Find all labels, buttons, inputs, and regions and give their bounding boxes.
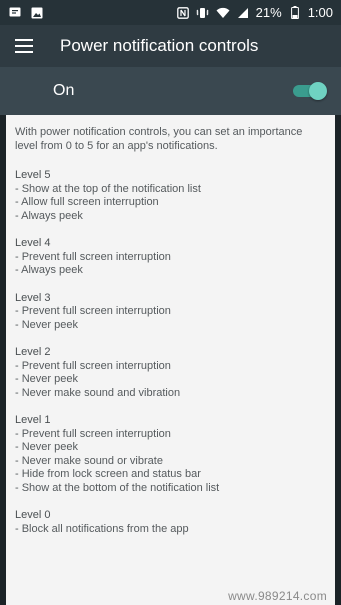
level-3-block: Level 3 - Prevent full screen interrupti… bbox=[15, 292, 326, 333]
level-item: - Never peek bbox=[15, 373, 78, 385]
level-item: - Always peek bbox=[15, 209, 83, 222]
level-item: - Never make sound or vibrate bbox=[15, 454, 163, 467]
image-icon bbox=[30, 6, 44, 20]
level-title: Level 2 bbox=[15, 346, 51, 358]
level-item: - Allow full screen interruption bbox=[15, 196, 159, 208]
watermark: www.989214.com bbox=[228, 588, 327, 603]
level-title: Level 1 bbox=[15, 414, 51, 426]
message-icon bbox=[8, 6, 22, 20]
level-title: Level 3 bbox=[15, 291, 51, 304]
vibrate-icon bbox=[196, 6, 210, 20]
level-item: - Hide from lock screen and status bar bbox=[15, 468, 201, 480]
level-item: - Prevent full screen interruption bbox=[15, 250, 171, 263]
description-panel: With power notification controls, you ca… bbox=[6, 115, 335, 605]
wifi-icon bbox=[216, 6, 230, 20]
master-switch-label: On bbox=[53, 82, 75, 99]
nfc-icon bbox=[176, 6, 190, 20]
level-item: - Prevent full screen interruption bbox=[15, 305, 171, 317]
clock: 1:00 bbox=[307, 5, 333, 20]
level-0-block: Level 0 - Block all notifications from t… bbox=[15, 509, 326, 536]
level-title: Level 5 bbox=[15, 169, 51, 181]
status-right-icons: 21% 1:00 bbox=[176, 5, 333, 20]
intro-text: With power notification controls, you ca… bbox=[15, 126, 303, 152]
battery-percent: 21% bbox=[255, 5, 282, 20]
toggle-thumb bbox=[309, 82, 327, 100]
signal-icon bbox=[236, 6, 250, 20]
screen: 21% 1:00 Power notification controls On … bbox=[0, 0, 341, 605]
level-item: - Never peek bbox=[15, 441, 78, 453]
level-item: - Always peek bbox=[15, 264, 83, 276]
level-item: - Show at the bottom of the notification… bbox=[15, 481, 220, 494]
status-left-icons bbox=[8, 6, 44, 20]
level-item: - Show at the top of the notification li… bbox=[15, 182, 201, 195]
level-item: - Block all notifications from the app bbox=[15, 522, 189, 535]
page-title: Power notification controls bbox=[60, 36, 259, 55]
level-item: - Never make sound and vibration bbox=[15, 386, 181, 399]
battery-icon bbox=[288, 6, 302, 20]
level-title: Level 4 bbox=[15, 237, 51, 249]
hamburger-menu-icon[interactable] bbox=[0, 25, 48, 67]
level-item: - Never peek bbox=[15, 318, 78, 331]
status-bar: 21% 1:00 bbox=[0, 0, 341, 25]
level-item: - Prevent full screen interruption bbox=[15, 427, 171, 440]
level-1-block: Level 1 - Prevent full screen interrupti… bbox=[15, 414, 326, 495]
level-item: - Prevent full screen interruption bbox=[15, 359, 171, 372]
master-toggle-switch[interactable] bbox=[291, 80, 327, 102]
app-bar: Power notification controls bbox=[0, 25, 341, 67]
level-2-block: Level 2 - Prevent full screen interrupti… bbox=[15, 346, 326, 400]
master-switch-bar[interactable]: On bbox=[0, 67, 341, 115]
level-title: Level 0 bbox=[15, 509, 51, 521]
level-5-block: Level 5 - Show at the top of the notific… bbox=[15, 169, 326, 223]
level-4-block: Level 4 - Prevent full screen interrupti… bbox=[15, 237, 326, 278]
